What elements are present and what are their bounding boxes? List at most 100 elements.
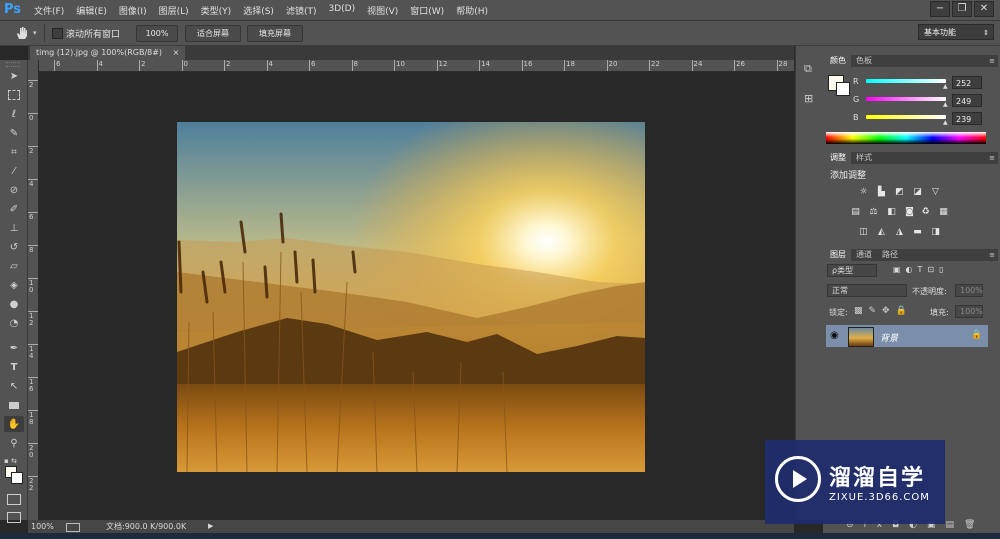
green-slider[interactable] <box>866 97 946 101</box>
document-tab[interactable]: timg (12).jpg @ 100%(RGB/8#) × <box>30 46 186 60</box>
photo-filter-icon[interactable]: ◙ <box>904 207 915 217</box>
threshold-icon[interactable]: ◮ <box>894 227 905 237</box>
menu-view[interactable]: 视图(V) <box>367 4 398 17</box>
lock-icons[interactable]: ▩✎✥🔒 <box>854 306 913 316</box>
healing-brush-tool-icon[interactable]: ⊘ <box>4 182 24 198</box>
path-selection-tool-icon[interactable]: ↖ <box>4 378 24 394</box>
hue-saturation-icon[interactable]: ▤ <box>850 207 861 217</box>
tab-color[interactable]: 颜色 <box>825 55 851 67</box>
posterize-icon[interactable]: ◭ <box>876 227 887 237</box>
crop-tool-icon[interactable]: ⌗ <box>4 144 24 160</box>
panel-menu-icon[interactable]: ≡ <box>989 154 995 162</box>
close-icon[interactable]: × <box>173 48 180 57</box>
tab-swatches[interactable]: 色板 <box>851 55 877 67</box>
tab-layers[interactable]: 图层 <box>825 249 851 261</box>
horizontal-ruler[interactable]: 6 4 2 0 2 4 6 8 10 12 14 16 18 20 22 24 26 28 <box>38 60 794 72</box>
menu-3d[interactable]: 3D(D) <box>328 4 355 17</box>
menu-help[interactable]: 帮助(H) <box>456 4 488 17</box>
vibrance-icon[interactable]: ▽ <box>930 187 941 197</box>
quick-selection-tool-icon[interactable]: ✎ <box>4 125 24 141</box>
vertical-ruler[interactable]: 2 0 2 4 6 8 10 12 14 16 18 20 22 <box>28 60 39 520</box>
tab-adjustments[interactable]: 调整 <box>825 152 851 164</box>
zoom-tool-icon[interactable]: ⚲ <box>4 435 24 451</box>
menu-type[interactable]: 类型(Y) <box>201 4 232 17</box>
blue-slider-thumb[interactable]: ▲ <box>943 119 948 126</box>
dodge-tool-icon[interactable]: ◔ <box>4 315 24 331</box>
scroll-all-checkbox[interactable] <box>52 28 63 39</box>
blue-value-input[interactable]: 239 <box>952 112 982 125</box>
curves-icon[interactable]: ◩ <box>894 187 905 197</box>
blur-tool-icon[interactable]: ● <box>4 296 24 312</box>
color-lookup-icon[interactable]: ▦ <box>938 207 949 217</box>
channel-mixer-icon[interactable]: ♻ <box>920 207 931 217</box>
restore-button[interactable]: ❐ <box>952 1 972 17</box>
pen-tool-icon[interactable]: ✒ <box>4 340 24 356</box>
screen-mode-icon[interactable] <box>7 512 21 523</box>
menu-file[interactable]: 文件(F) <box>34 4 64 17</box>
document-image[interactable] <box>177 122 645 472</box>
fill-screen-button[interactable]: 填充屏幕 <box>247 25 303 42</box>
move-tool-icon[interactable]: ➤ <box>4 68 24 84</box>
layer-name[interactable]: 背景 <box>880 331 898 344</box>
clone-stamp-tool-icon[interactable]: ⊥ <box>4 220 24 236</box>
menu-window[interactable]: 窗口(W) <box>410 4 444 17</box>
color-balance-icon[interactable]: ⚖ <box>868 207 879 217</box>
marquee-tool-icon[interactable] <box>4 87 24 103</box>
black-white-icon[interactable]: ◧ <box>886 207 897 217</box>
fit-screen-button[interactable]: 适合屏幕 <box>185 25 241 42</box>
paint-bucket-tool-icon[interactable]: ◈ <box>4 277 24 293</box>
eraser-tool-icon[interactable]: ▱ <box>4 258 24 274</box>
menu-image[interactable]: 图像(I) <box>119 4 147 17</box>
fill-input[interactable]: 100% <box>955 305 983 318</box>
menu-select[interactable]: 选择(S) <box>243 4 274 17</box>
history-panel-icon[interactable]: ⧉ <box>804 62 818 76</box>
eye-icon[interactable]: ◉ <box>830 330 839 341</box>
panel-menu-icon[interactable]: ≡ <box>989 251 995 259</box>
zoom-100-button[interactable]: 100% <box>136 25 178 42</box>
blend-mode-select[interactable]: 正常 <box>827 284 907 297</box>
share-icon[interactable] <box>66 523 80 532</box>
status-menu-arrow-icon[interactable]: ▶ <box>208 520 213 533</box>
color-spectrum-bar[interactable] <box>826 132 986 144</box>
swap-colors-icon[interactable]: ▪ ⇆ <box>4 457 17 465</box>
eyedropper-tool-icon[interactable]: ⁄ <box>4 163 24 179</box>
rectangle-tool-icon[interactable] <box>4 397 24 413</box>
green-value-input[interactable]: 249 <box>952 94 982 107</box>
properties-panel-icon[interactable]: ⊞ <box>804 92 818 106</box>
selective-color-icon[interactable]: ◨ <box>930 227 941 237</box>
preset-dropdown-icon[interactable]: ▾ <box>33 29 37 37</box>
history-brush-tool-icon[interactable]: ↺ <box>4 239 24 255</box>
opacity-input[interactable]: 100% <box>955 284 983 297</box>
green-slider-thumb[interactable]: ▲ <box>943 101 948 108</box>
quick-mask-icon[interactable] <box>7 494 21 505</box>
hand-tool-icon[interactable]: ✋ <box>4 416 24 432</box>
red-value-input[interactable]: 252 <box>952 76 982 89</box>
menu-filter[interactable]: 滤镜(T) <box>286 4 317 17</box>
close-button[interactable]: ✕ <box>974 1 994 17</box>
brightness-contrast-icon[interactable]: ☼ <box>858 187 869 197</box>
hand-tool-preset-icon[interactable] <box>14 25 30 41</box>
gradient-map-icon[interactable]: ▬ <box>912 227 923 237</box>
brush-tool-icon[interactable]: ✐ <box>4 201 24 217</box>
levels-icon[interactable]: ▙ <box>876 187 887 197</box>
bg-color-chip[interactable] <box>836 82 850 96</box>
layer-row[interactable]: ◉ 背景 🔒 <box>826 325 988 347</box>
red-slider-thumb[interactable]: ▲ <box>943 83 948 90</box>
lasso-tool-icon[interactable]: ℓ <box>4 106 24 122</box>
tab-paths[interactable]: 路径 <box>877 249 903 261</box>
tab-channels[interactable]: 通道 <box>851 249 877 261</box>
red-slider[interactable] <box>866 79 946 83</box>
invert-icon[interactable]: ◫ <box>858 227 869 237</box>
panel-menu-icon[interactable]: ≡ <box>989 57 995 65</box>
layer-filter-select[interactable]: ρ类型 <box>827 264 877 277</box>
menu-edit[interactable]: 编辑(E) <box>76 4 107 17</box>
tab-styles[interactable]: 样式 <box>851 152 877 164</box>
exposure-icon[interactable]: ◪ <box>912 187 923 197</box>
blue-slider[interactable] <box>866 115 946 119</box>
menu-layer[interactable]: 图层(L) <box>159 4 189 17</box>
workspace-select[interactable]: 基本功能 ⇕ <box>918 24 994 40</box>
background-color-swatch[interactable] <box>11 472 23 484</box>
type-tool-icon[interactable]: T <box>4 359 24 375</box>
zoom-level[interactable]: 100% <box>31 520 54 533</box>
layer-filter-icons[interactable]: ▣◐T⊡▯ <box>893 265 949 274</box>
